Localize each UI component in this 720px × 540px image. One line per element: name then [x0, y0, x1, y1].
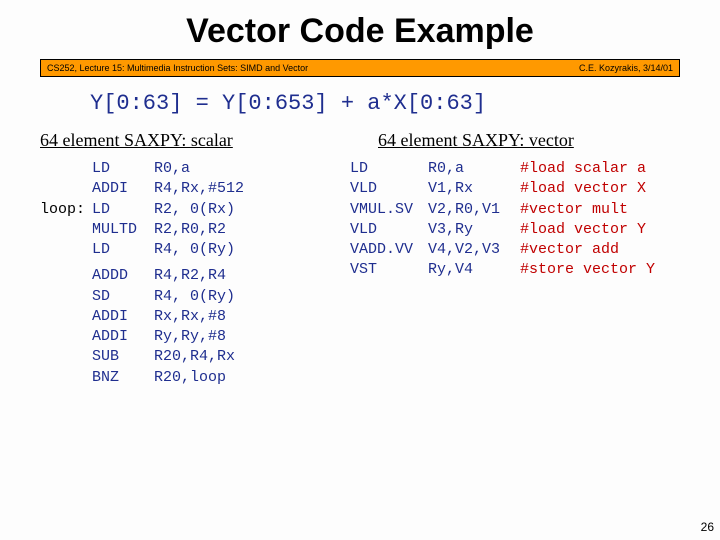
row-label: [40, 266, 92, 286]
row-args: R2,R0,R2: [154, 220, 274, 240]
row-op: VLD: [350, 220, 428, 240]
row-op: ADDI: [92, 179, 154, 199]
row-op: LD: [92, 159, 154, 179]
row-args: V3,Ry: [428, 220, 520, 240]
row-label: [40, 240, 92, 260]
row-comment: #vector add: [520, 240, 619, 260]
code-row: MULTDR2,R0,R2: [40, 220, 340, 240]
equation: Y[0:63] = Y[0:653] + a*X[0:63]: [90, 91, 720, 116]
row-op: MULTD: [92, 220, 154, 240]
row-label: [40, 287, 92, 307]
page-number: 26: [701, 520, 714, 534]
code-row: BNZR20,loop: [40, 368, 340, 388]
row-args: R4, 0(Ry): [154, 287, 274, 307]
code-row: loop:LDR2, 0(Rx): [40, 200, 340, 220]
row-comment: #load scalar a: [520, 159, 646, 179]
row-comment: #vector mult: [520, 200, 628, 220]
row-op: ADDI: [92, 327, 154, 347]
row-args: V2,R0,V1: [428, 200, 520, 220]
code-row: SDR4, 0(Ry): [40, 287, 340, 307]
row-label: [40, 327, 92, 347]
header-bar: CS252, Lecture 15: Multimedia Instructio…: [40, 59, 680, 77]
header-right: C.E. Kozyrakis, 3/14/01: [579, 63, 673, 73]
code-row: LDR4, 0(Ry): [40, 240, 340, 260]
row-args: Ry,V4: [428, 260, 520, 280]
code-row: VADD.VVV4,V2,V3#vector add: [350, 240, 688, 260]
row-op: ADDI: [92, 307, 154, 327]
code-row: VLDV3,Ry#load vector Y: [350, 220, 688, 240]
row-args: Ry,Ry,#8: [154, 327, 274, 347]
row-op: VST: [350, 260, 428, 280]
row-args: R20,R4,Rx: [154, 347, 274, 367]
row-op: SD: [92, 287, 154, 307]
slide-title: Vector Code Example: [0, 0, 720, 59]
row-args: V4,V2,V3: [428, 240, 520, 260]
row-label: loop:: [40, 200, 92, 220]
code-row: VSTRy,V4#store vector Y: [350, 260, 688, 280]
scalar-column: 64 element SAXPY: scalar LDR0,a ADDIR4,R…: [40, 130, 340, 388]
code-row: VMUL.SVV2,R0,V1#vector mult: [350, 200, 688, 220]
code-row: ADDDR4,R2,R4: [40, 266, 340, 286]
row-label: [40, 347, 92, 367]
row-op: ADDD: [92, 266, 154, 286]
row-args: R0,a: [428, 159, 520, 179]
code-row: VLDV1,Rx#load vector X: [350, 179, 688, 199]
row-args: R4,R2,R4: [154, 266, 274, 286]
row-args: V1,Rx: [428, 179, 520, 199]
code-row: LDR0,a#load scalar a: [350, 159, 688, 179]
code-row: ADDIRy,Ry,#8: [40, 327, 340, 347]
row-label: [40, 159, 92, 179]
row-op: VADD.VV: [350, 240, 428, 260]
row-op: LD: [92, 240, 154, 260]
code-row: SUBR20,R4,Rx: [40, 347, 340, 367]
row-op: LD: [350, 159, 428, 179]
row-args: R2, 0(Rx): [154, 200, 274, 220]
row-args: R4,Rx,#512: [154, 179, 274, 199]
row-label: [40, 368, 92, 388]
row-op: SUB: [92, 347, 154, 367]
code-row: LDR0,a: [40, 159, 340, 179]
header-left: CS252, Lecture 15: Multimedia Instructio…: [47, 63, 308, 73]
vector-code: LDR0,a#load scalar a VLDV1,Rx#load vecto…: [350, 159, 688, 281]
row-op: BNZ: [92, 368, 154, 388]
scalar-heading: 64 element SAXPY: scalar: [40, 130, 340, 151]
scalar-code: LDR0,a ADDIR4,Rx,#512 loop:LDR2, 0(Rx) M…: [40, 159, 340, 388]
vector-heading: 64 element SAXPY: vector: [378, 130, 688, 151]
row-label: [40, 220, 92, 240]
code-row: ADDIR4,Rx,#512: [40, 179, 340, 199]
row-args: R0,a: [154, 159, 274, 179]
row-args: R4, 0(Ry): [154, 240, 274, 260]
row-label: [40, 179, 92, 199]
row-label: [40, 307, 92, 327]
row-comment: #store vector Y: [520, 260, 655, 280]
row-op: VLD: [350, 179, 428, 199]
row-args: R20,loop: [154, 368, 274, 388]
row-comment: #load vector X: [520, 179, 646, 199]
row-comment: #load vector Y: [520, 220, 646, 240]
code-row: ADDIRx,Rx,#8: [40, 307, 340, 327]
row-args: Rx,Rx,#8: [154, 307, 274, 327]
row-op: LD: [92, 200, 154, 220]
vector-column: 64 element SAXPY: vector LDR0,a#load sca…: [350, 130, 688, 388]
content-columns: 64 element SAXPY: scalar LDR0,a ADDIR4,R…: [0, 130, 720, 388]
row-op: VMUL.SV: [350, 200, 428, 220]
